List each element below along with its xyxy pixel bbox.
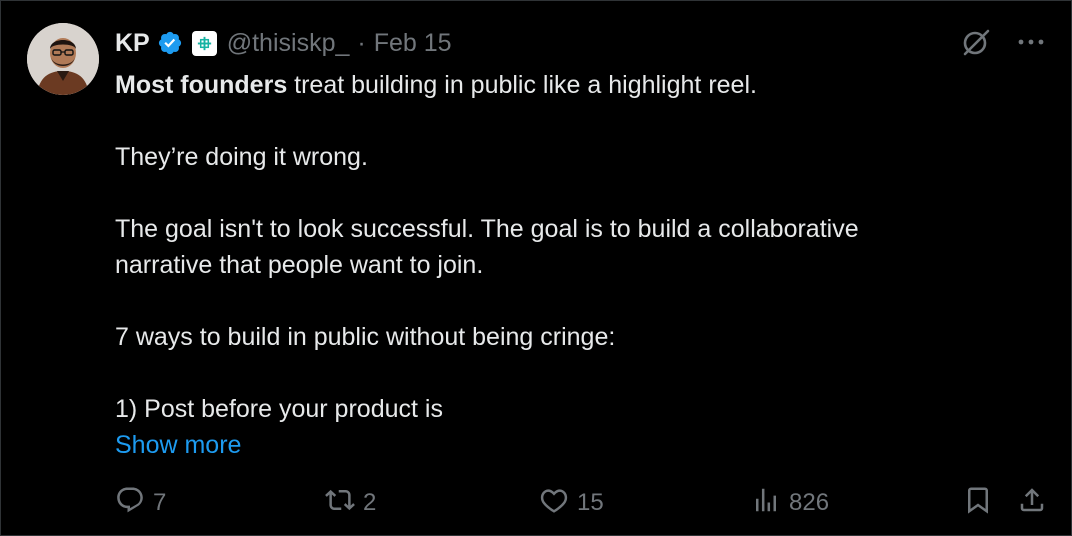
separator-dot: · [357, 28, 366, 57]
retweet-count: 2 [363, 489, 377, 516]
bookmark-button[interactable] [963, 483, 993, 523]
views-button[interactable]: 826 [751, 483, 829, 523]
affiliation-logo-icon[interactable] [191, 30, 217, 56]
views-icon [751, 485, 781, 522]
share-icon [1017, 485, 1047, 522]
tweet-line-5: 1) Post before your product is [115, 395, 443, 423]
tweet-line-3a: The goal isn't to look successful. The g… [115, 215, 859, 243]
tweet-header: KP @thisiskp_ · Feb 15 [115, 25, 452, 61]
tweet-date[interactable]: Feb 15 [374, 29, 452, 58]
tweet-lead-bold: Most founders [115, 71, 288, 99]
top-right-controls [961, 27, 1045, 57]
avatar[interactable] [27, 23, 99, 95]
grok-icon[interactable] [961, 27, 991, 57]
show-more-link[interactable]: Show more [115, 427, 241, 463]
tweet-lead-rest: treat building in public like a highligh… [287, 71, 757, 99]
views-count: 826 [789, 489, 830, 516]
tweet-card[interactable]: KP @thisiskp_ · Feb 15 Most founders tre… [0, 0, 1072, 536]
reply-icon [115, 485, 145, 522]
tweet-line-1: Most founders treat building in public l… [115, 67, 1015, 103]
share-button[interactable] [1017, 483, 1047, 523]
verified-badge-icon[interactable] [157, 30, 183, 56]
reply-count: 7 [153, 489, 167, 516]
tweet-line-4: 7 ways to build in public without being … [115, 323, 616, 351]
reply-button[interactable]: 7 [115, 483, 166, 523]
like-button[interactable]: 15 [539, 483, 604, 523]
retweet-icon [325, 485, 355, 522]
heart-icon [539, 485, 569, 522]
action-bar: 7 2 15 826 [115, 483, 1047, 523]
like-count: 15 [577, 489, 604, 516]
author-name[interactable]: KP [115, 29, 150, 58]
more-options-icon[interactable] [1017, 38, 1045, 46]
retweet-button[interactable]: 2 [325, 483, 376, 523]
tweet-line-2: They’re doing it wrong. [115, 143, 368, 171]
tweet-line-3b: narrative that people want to join. [115, 251, 484, 279]
tweet-text: Most founders treat building in public l… [115, 67, 1015, 463]
author-handle[interactable]: @thisiskp_ [227, 29, 350, 58]
bookmark-icon [963, 485, 993, 522]
